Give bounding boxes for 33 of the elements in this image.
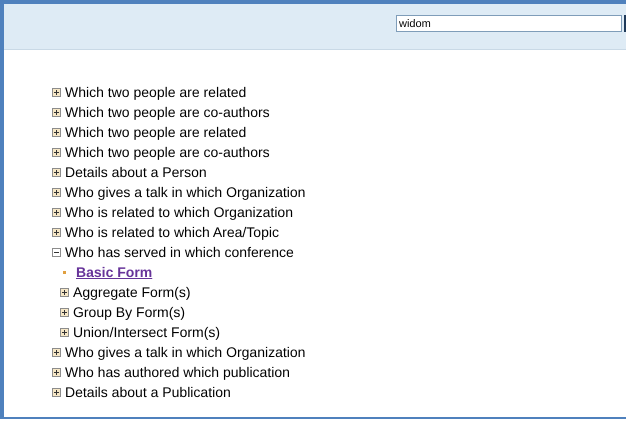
- expand-icon[interactable]: [60, 288, 69, 296]
- bullet-icon: [63, 270, 66, 274]
- tree-item[interactable]: Who is related to which Area/Topic: [65, 222, 279, 242]
- tree-item[interactable]: Details about a Publication: [65, 382, 231, 402]
- form-link[interactable]: Basic Form: [76, 262, 152, 282]
- tree-item[interactable]: Group By Form(s): [73, 302, 186, 322]
- tree-item[interactable]: Aggregate Form(s): [73, 282, 190, 302]
- expand-icon[interactable]: [52, 188, 61, 196]
- expand-icon[interactable]: [52, 88, 61, 96]
- tree-item[interactable]: Which two people are related: [65, 82, 246, 102]
- expand-icon[interactable]: [52, 368, 61, 376]
- expand-icon[interactable]: [60, 308, 69, 316]
- expand-icon[interactable]: [52, 348, 61, 356]
- tree-item[interactable]: Which two people are co-authors: [65, 102, 270, 122]
- tree-item[interactable]: Union/Intersect Form(s): [73, 322, 220, 342]
- collapse-icon[interactable]: [52, 248, 61, 256]
- expand-icon[interactable]: [52, 228, 61, 236]
- tree-item[interactable]: Who has authored which publication: [65, 362, 290, 382]
- expand-icon[interactable]: [52, 108, 61, 116]
- tree-item[interactable]: Who gives a talk in which Organization: [65, 342, 306, 362]
- search-field[interactable]: widom: [396, 15, 622, 32]
- expand-icon[interactable]: [52, 128, 61, 136]
- tree-item[interactable]: Details about a Person: [65, 162, 207, 182]
- tree-item[interactable]: Who gives a talk in which Organization: [65, 182, 306, 202]
- expand-icon[interactable]: [52, 208, 61, 216]
- expand-icon[interactable]: [52, 388, 61, 396]
- expand-icon[interactable]: [52, 168, 61, 176]
- tree-item[interactable]: Who has served in which conference: [65, 242, 294, 262]
- tree-item[interactable]: Who is related to which Organization: [65, 202, 293, 222]
- tree-item[interactable]: Which two people are related: [65, 122, 246, 142]
- expand-icon[interactable]: [52, 148, 61, 156]
- expand-icon[interactable]: [60, 328, 69, 336]
- tree-item[interactable]: Which two people are co-authors: [65, 142, 270, 162]
